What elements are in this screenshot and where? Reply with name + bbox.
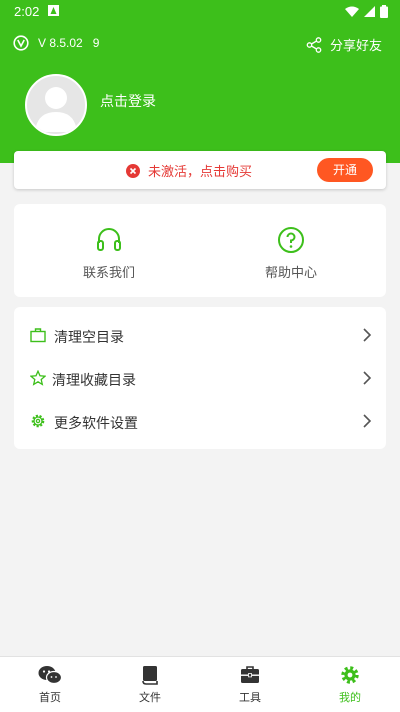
share-icon xyxy=(306,36,322,53)
bottom-tab-bar: 首页 文件 工具 我的 xyxy=(0,656,400,712)
activation-text: 未激活，点击购买 xyxy=(148,165,253,180)
briefcase-icon xyxy=(30,328,46,343)
tab-files-label: 文件 xyxy=(139,691,161,704)
tab-tools-label: 工具 xyxy=(239,691,261,704)
tab-me[interactable]: 我的 xyxy=(310,665,390,705)
share-button[interactable]: 分享好友 xyxy=(306,35,382,54)
error-icon xyxy=(126,163,140,178)
more-settings-label: 更多软件设置 xyxy=(54,416,138,432)
gear-icon xyxy=(31,414,45,428)
tab-files[interactable]: 文件 xyxy=(110,665,190,705)
activation-banner[interactable]: 未激活，点击购买 开通 xyxy=(14,151,386,189)
contact-us-button[interactable]: 联系我们 xyxy=(49,226,169,281)
activate-button[interactable]: 开通 xyxy=(317,158,373,182)
chevron-right-icon xyxy=(363,328,372,342)
chevron-right-icon xyxy=(363,414,372,428)
avatar[interactable] xyxy=(25,74,87,136)
signal-icon xyxy=(364,6,375,17)
notification-icon xyxy=(48,5,59,16)
star-icon xyxy=(30,370,46,386)
tab-tools[interactable]: 工具 xyxy=(210,665,290,705)
login-link[interactable]: 点击登录 xyxy=(100,91,156,111)
chat-icon xyxy=(38,666,62,685)
toolbox-icon xyxy=(241,666,259,683)
version-icon xyxy=(13,35,29,51)
battery-icon xyxy=(380,5,388,18)
tab-home[interactable]: 首页 xyxy=(10,665,90,705)
top-bar: V 8.5.02 9 分享好友 xyxy=(0,32,400,56)
tab-home-label: 首页 xyxy=(39,691,61,704)
clean-empty-dir-item[interactable]: 清理空目录 xyxy=(14,314,386,357)
share-label: 分享好友 xyxy=(329,39,382,54)
gear-icon xyxy=(341,666,359,684)
help-circle-icon xyxy=(278,227,304,253)
help-card: 联系我们 帮助中心 xyxy=(14,204,386,297)
activation-message: 未激活，点击购买 xyxy=(126,161,252,180)
settings-menu: 清理空目录 清理收藏目录 更多软件设置 xyxy=(14,307,386,449)
book-icon xyxy=(142,666,158,685)
headset-icon xyxy=(97,228,121,251)
help-center-button[interactable]: 帮助中心 xyxy=(231,226,351,281)
clean-favorites-dir-item[interactable]: 清理收藏目录 xyxy=(14,357,386,400)
more-settings-item[interactable]: 更多软件设置 xyxy=(14,400,386,443)
tab-me-label: 我的 xyxy=(339,691,361,704)
contact-us-label: 联系我们 xyxy=(82,266,135,281)
clean-favorites-dir-label: 清理收藏目录 xyxy=(52,373,136,389)
status-bar: 2:02 xyxy=(0,0,400,24)
user-icon xyxy=(35,87,77,132)
status-time: 2:02 xyxy=(14,4,40,19)
clean-empty-dir-label: 清理空目录 xyxy=(54,330,124,346)
help-center-label: 帮助中心 xyxy=(264,266,317,281)
version-label: V 8.5.02 9 xyxy=(38,36,100,50)
chevron-right-icon xyxy=(363,371,372,385)
wifi-icon xyxy=(345,6,359,17)
